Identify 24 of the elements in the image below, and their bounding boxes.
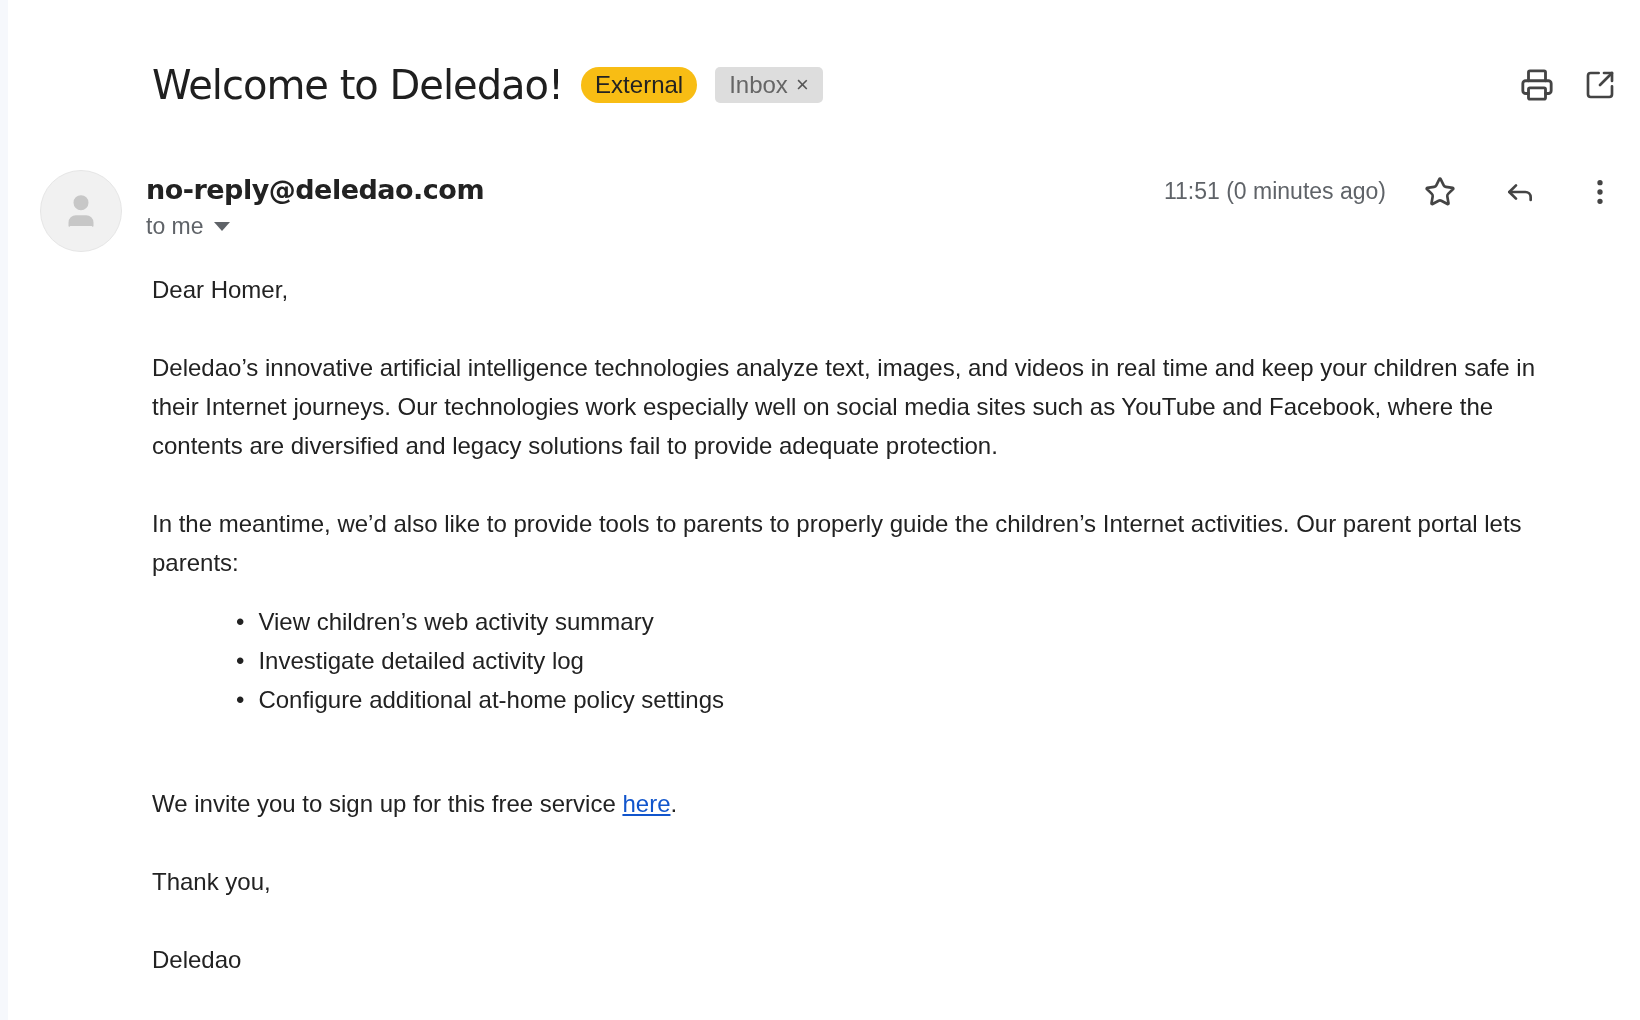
remove-label-button[interactable]: × [795,72,809,98]
timestamp: 11:51 (0 minutes ago) [1163,178,1386,205]
caret-icon[interactable] [213,221,230,232]
print-icon[interactable] [1520,68,1554,102]
bullet-marker: • [236,607,245,637]
bullet-marker: • [236,646,245,676]
external-label: External [581,67,698,103]
invite-sentence: We invite you to sign up for this free service here. [152,789,679,819]
bullet-marker: • [236,685,245,715]
signature: Deledao [152,945,243,975]
new-window-icon[interactable] [1584,69,1616,101]
star-icon[interactable] [1424,176,1456,208]
email-subject: Welcome to Deledao! [152,62,564,108]
sender-address: no-reply@deledao.com [146,174,485,205]
label-text: Inbox [729,71,788,99]
body-paragraph: Deledao’s innovative artificial intelligence technologies analyze text, images, and videos in real time and keep your children safe in their Internet journeys. Our technologies work especially well on social media sites such as YouTube and Facebook, where the contents are diversified and legacy solutions fail to provide adequate protection. [152,353,1537,461]
signup-link[interactable]: here [622,790,671,817]
bullet-item: Configure additional at-home policy settings [258,685,724,715]
recipient-dropdown[interactable]: to me [146,213,485,240]
closing: Thank you, [152,867,272,897]
body-paragraph: In the meantime, we’d also like to provide tools to parents to properly guide the children’s Internet activities. Our parent portal lets parents: [152,509,1523,578]
bullet-item: Investigate detailed activity log [258,646,584,676]
bullet-item: View children’s web activity summary [258,607,654,637]
greeting: Dear Homer, [152,275,290,305]
